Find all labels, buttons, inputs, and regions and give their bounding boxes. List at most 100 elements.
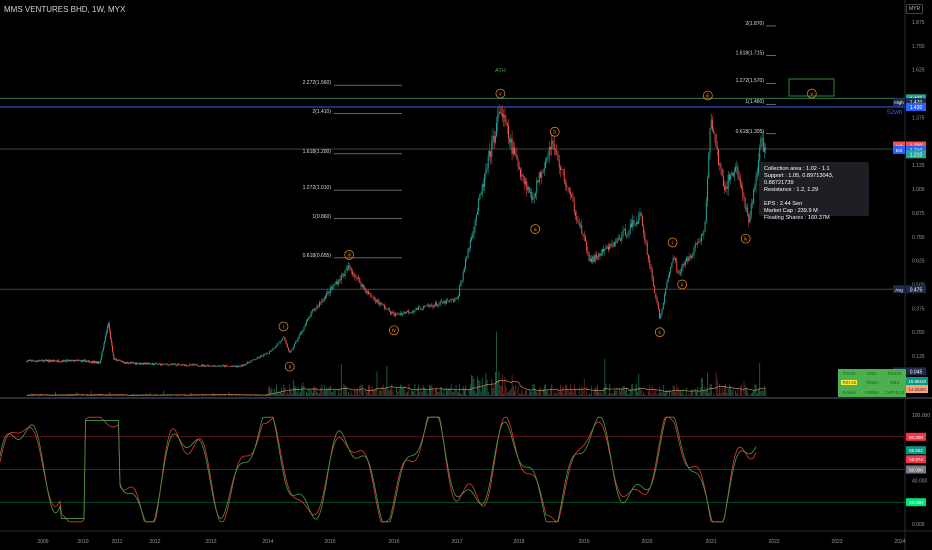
candle [319, 302, 321, 307]
volume-bar [382, 384, 384, 396]
candle [252, 359, 254, 361]
candle [599, 253, 601, 256]
volume-bar [715, 372, 717, 396]
candle [162, 363, 164, 365]
candle [105, 334, 107, 337]
volume-bar [512, 385, 514, 396]
y-tick-label: 1.750 [912, 44, 925, 50]
candle [755, 176, 757, 187]
candle [239, 365, 241, 367]
volume-bar [177, 395, 179, 396]
candle [307, 318, 309, 322]
volume-bar [334, 390, 336, 396]
candle [276, 345, 278, 347]
currency-button[interactable]: MYR [906, 4, 924, 14]
candle [249, 362, 251, 364]
candle [321, 300, 323, 303]
candle [447, 300, 449, 302]
candle [308, 317, 310, 319]
candle [533, 196, 535, 197]
volume-bar [676, 384, 678, 396]
candle [102, 347, 104, 351]
candle [326, 292, 328, 296]
candle [660, 313, 662, 319]
candle [575, 212, 576, 216]
candle [305, 321, 307, 325]
volume-bar [489, 394, 490, 396]
volume-bar [747, 391, 748, 396]
candle [676, 261, 678, 271]
volume-bar [509, 390, 511, 396]
candle [214, 365, 216, 367]
candle [612, 245, 614, 247]
volume-bar [372, 389, 374, 396]
candle [682, 263, 684, 268]
symbol-title: MMS VENTURES BHD, 1W, MYX [4, 5, 126, 14]
candle [256, 357, 258, 360]
candle [632, 220, 634, 228]
x-tick-label: 2017 [451, 539, 462, 545]
candle [615, 242, 617, 244]
candle [339, 279, 341, 281]
candle [332, 286, 334, 289]
candle [223, 365, 225, 367]
candle [641, 215, 643, 227]
candle [743, 195, 745, 198]
candle [270, 351, 272, 352]
volume-bar [316, 391, 318, 396]
candle [688, 256, 690, 261]
candle [605, 247, 607, 250]
volume-bar [511, 374, 513, 396]
volume-bar [376, 371, 378, 396]
candle [404, 311, 406, 314]
candle [204, 364, 206, 367]
volume-bar [414, 384, 416, 396]
candle [165, 363, 167, 365]
candle [338, 279, 340, 285]
candle [106, 327, 108, 332]
candle [627, 233, 629, 235]
candle [753, 190, 755, 204]
volume-bar [589, 393, 591, 396]
candle [161, 363, 163, 366]
volume-bar [228, 392, 230, 396]
volume-bar [576, 394, 578, 396]
volume-bar [368, 385, 369, 396]
candle [650, 265, 652, 270]
candle [314, 309, 316, 310]
y-tick-label: 0.875 [912, 211, 925, 217]
volume-bar [508, 391, 509, 396]
candle [751, 203, 753, 204]
volume-bar [455, 385, 457, 396]
rsi-y-tick: 100.000 [912, 413, 930, 419]
volume-bar [363, 390, 364, 396]
candle [251, 360, 253, 362]
wave-label: iii [348, 253, 351, 259]
volume-bar [623, 386, 625, 396]
volume-bar [710, 384, 712, 396]
candle [181, 364, 183, 366]
candle [289, 350, 291, 353]
volume-bar [726, 392, 728, 396]
candle [503, 114, 505, 118]
candle [416, 308, 418, 311]
volume-bar [360, 384, 362, 396]
candle [393, 313, 395, 317]
volume-bar [610, 393, 612, 396]
volume-bar [325, 390, 326, 396]
volume-bar [155, 395, 157, 396]
candle [719, 163, 721, 165]
candle [137, 363, 139, 365]
candle [237, 365, 239, 367]
candle [765, 147, 767, 149]
candle [100, 359, 102, 363]
volume-bar [172, 395, 173, 396]
candle [486, 167, 488, 170]
candle [430, 304, 432, 306]
volume-bar [79, 395, 81, 396]
volume-bar [81, 394, 83, 396]
candle [217, 366, 219, 367]
price-chart[interactable]: 1.875 1.750 1.625 1.375 1.125 1.000 0.875 0.750… [0, 0, 932, 550]
candle [327, 291, 329, 293]
candle [224, 365, 226, 367]
